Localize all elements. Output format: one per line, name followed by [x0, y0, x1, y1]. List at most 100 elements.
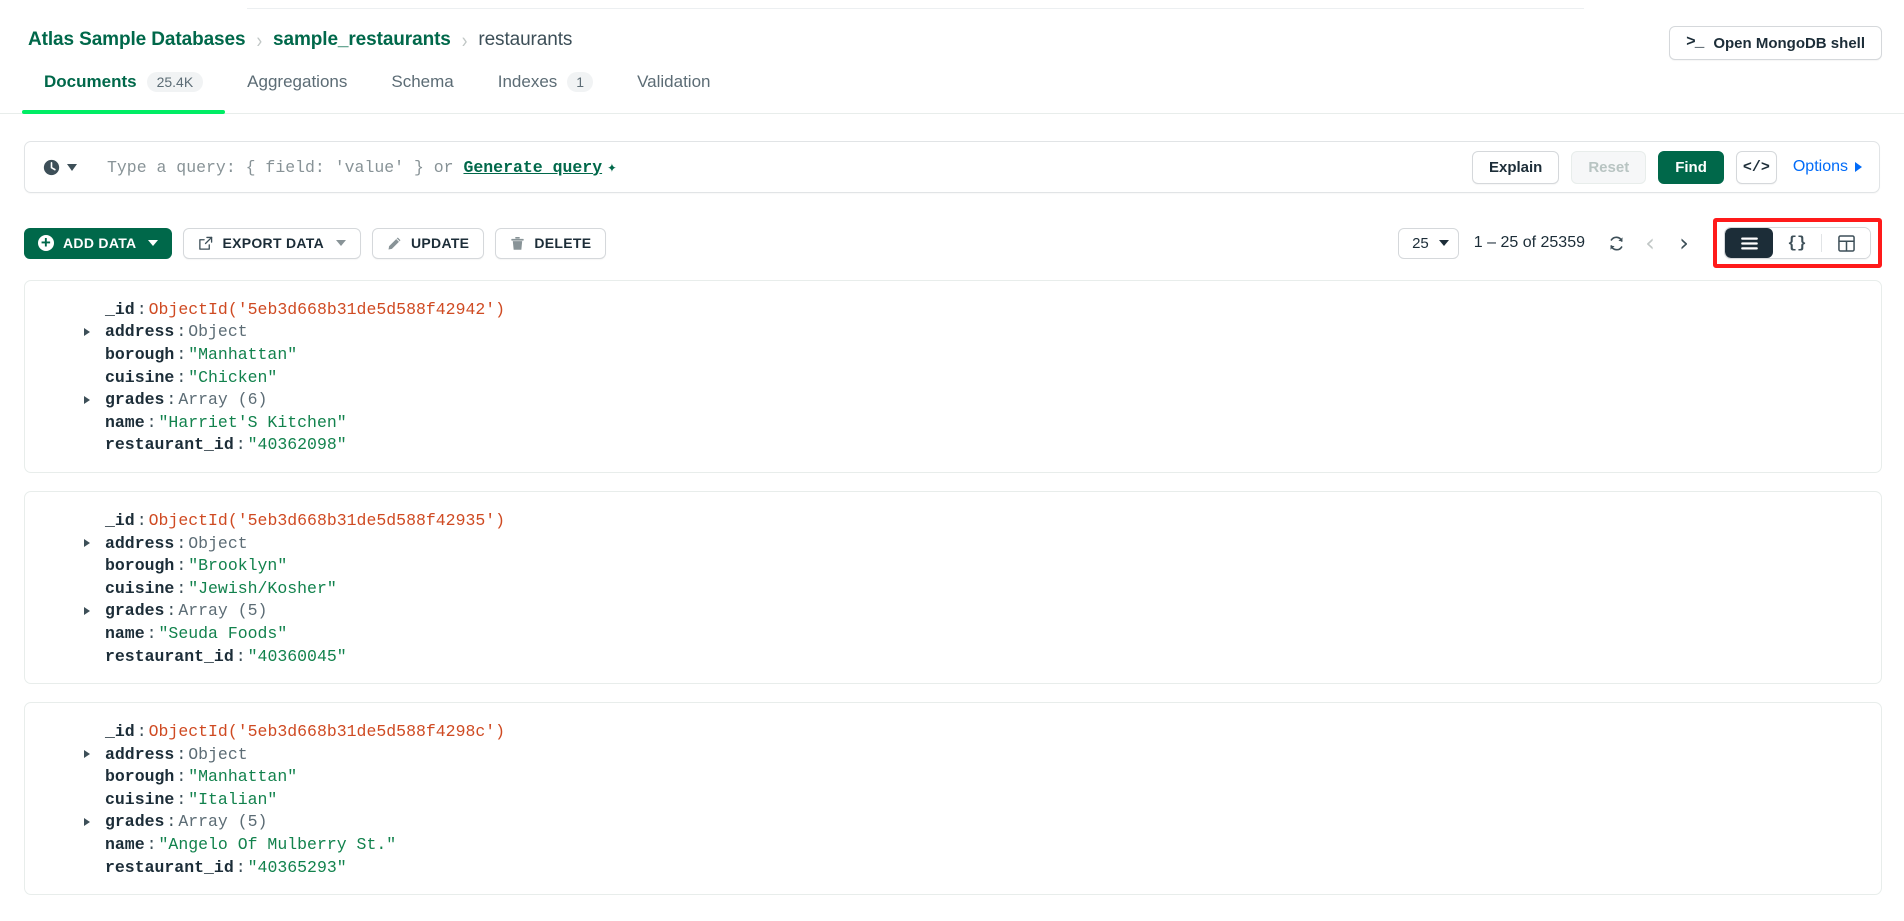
expand-triangle-icon[interactable]	[84, 750, 90, 758]
document-field-row: _id: ObjectId('5eb3d668b31de5d588f4298c'…	[25, 720, 1881, 743]
field-key: cuisine	[105, 579, 174, 598]
next-page-button[interactable]: ›	[1667, 228, 1701, 259]
field-separator: :	[145, 413, 159, 432]
tab-validation[interactable]: Validation	[615, 64, 732, 113]
field-key: name	[105, 413, 145, 432]
list-view-button[interactable]	[1725, 228, 1773, 258]
document-field-row: name : "Angelo Of Mulberry St."	[25, 833, 1881, 856]
document-field-row: cuisine : "Italian"	[25, 788, 1881, 811]
expand-triangle-icon[interactable]	[84, 607, 90, 615]
expand-triangle-icon[interactable]	[84, 818, 90, 826]
export-data-button[interactable]: EXPORT DATA	[183, 228, 361, 259]
clock-icon	[43, 159, 60, 176]
field-key: _id	[105, 511, 135, 530]
reset-button[interactable]: Reset	[1571, 151, 1646, 184]
add-data-button[interactable]: + ADD DATA	[24, 228, 172, 259]
tab-documents-count-badge: 25.4K	[147, 72, 204, 92]
tab-documents-label: Documents	[44, 72, 137, 92]
options-toggle[interactable]: Options	[1793, 158, 1862, 176]
field-key: grades	[105, 601, 164, 620]
field-value: ObjectId('5eb3d668b31de5d588f4298c')	[149, 722, 505, 741]
field-value: ObjectId('5eb3d668b31de5d588f42942')	[149, 300, 505, 319]
field-key: address	[105, 745, 174, 764]
field-separator: :	[174, 556, 188, 575]
refresh-button[interactable]	[1599, 228, 1633, 259]
breadcrumb-item-database-list[interactable]: Atlas Sample Databases	[28, 29, 245, 51]
query-bar: Type a query: { field: 'value' } or Gene…	[24, 141, 1880, 193]
field-value: Object	[188, 322, 247, 341]
query-history-button[interactable]	[25, 142, 89, 192]
view-toggle-highlight-box: {}	[1713, 218, 1882, 268]
view-toggle-group: {}	[1724, 227, 1871, 259]
tab-indexes-count-badge: 1	[567, 72, 593, 92]
page-size-select[interactable]: 25	[1398, 228, 1459, 259]
field-separator: :	[174, 534, 188, 553]
explain-button[interactable]: Explain	[1472, 151, 1559, 184]
update-label: UPDATE	[411, 235, 469, 251]
document-card[interactable]: _id: ObjectId('5eb3d668b31de5d588f42942'…	[24, 280, 1882, 473]
document-field-row: address : Object	[25, 743, 1881, 766]
document-field-row: _id: ObjectId('5eb3d668b31de5d588f42942'…	[25, 298, 1881, 321]
table-view-button[interactable]	[1822, 228, 1870, 258]
document-field-row: restaurant_id : "40360045"	[25, 645, 1881, 668]
tab-schema[interactable]: Schema	[369, 64, 475, 113]
field-value: "Brooklyn"	[188, 556, 287, 575]
field-separator: :	[174, 368, 188, 387]
delete-button[interactable]: DELETE	[495, 228, 606, 259]
field-value: "Italian"	[188, 790, 277, 809]
breadcrumb-item-database[interactable]: sample_restaurants	[273, 29, 451, 51]
field-key: cuisine	[105, 790, 174, 809]
field-value: Array (6)	[178, 390, 267, 409]
query-input[interactable]: Type a query: { field: 'value' } or Gene…	[89, 142, 1472, 192]
tab-aggregations[interactable]: Aggregations	[225, 64, 369, 113]
field-key: address	[105, 534, 174, 553]
field-separator: :	[174, 322, 188, 341]
chevron-right-icon: ›	[1679, 231, 1689, 255]
update-button[interactable]: UPDATE	[372, 228, 484, 259]
tab-indexes[interactable]: Indexes 1	[476, 64, 615, 113]
field-key: grades	[105, 390, 164, 409]
find-button[interactable]: Find	[1658, 151, 1724, 184]
field-key: grades	[105, 812, 164, 831]
tab-documents[interactable]: Documents 25.4K	[22, 64, 225, 113]
tab-aggregations-label: Aggregations	[247, 72, 347, 92]
field-value: "Manhattan"	[188, 345, 297, 364]
documents-list[interactable]: _id: ObjectId('5eb3d668b31de5d588f42942'…	[24, 280, 1882, 921]
document-card[interactable]: _id: ObjectId('5eb3d668b31de5d588f42935'…	[24, 491, 1882, 684]
tab-indexes-label: Indexes	[498, 72, 558, 92]
json-view-button[interactable]: {}	[1773, 228, 1821, 258]
query-placeholder-text: Type a query: { field: 'value' } or	[107, 158, 454, 177]
expand-triangle-icon[interactable]	[84, 539, 90, 547]
field-value: "Manhattan"	[188, 767, 297, 786]
terminal-prompt-icon: >_	[1686, 33, 1703, 51]
document-field-row: borough : "Manhattan"	[25, 343, 1881, 366]
field-key: borough	[105, 345, 174, 364]
field-value: Object	[188, 745, 247, 764]
plus-circle-icon: +	[38, 235, 54, 251]
field-separator: :	[164, 390, 178, 409]
previous-page-button[interactable]: ‹	[1633, 228, 1667, 259]
breadcrumb-item-collection: restaurants	[478, 29, 572, 51]
window-top-strip	[0, 0, 1904, 9]
expand-triangle-icon[interactable]	[84, 396, 90, 404]
document-field-row: borough : "Brooklyn"	[25, 554, 1881, 577]
field-value: "40360045"	[248, 647, 347, 666]
chevron-down-icon	[67, 164, 77, 171]
open-mongodb-shell-button[interactable]: >_ Open MongoDB shell	[1669, 26, 1882, 60]
field-key: borough	[105, 767, 174, 786]
document-field-row: cuisine : "Chicken"	[25, 366, 1881, 389]
field-key: restaurant_id	[105, 647, 234, 666]
crud-actions: + ADD DATA EXPORT DATA UPDATE	[24, 228, 606, 259]
generate-query-link[interactable]: Generate query	[463, 158, 602, 177]
document-card[interactable]: _id: ObjectId('5eb3d668b31de5d588f4298c'…	[24, 702, 1882, 895]
expand-triangle-icon[interactable]	[84, 328, 90, 336]
chevron-down-icon	[1439, 240, 1449, 246]
table-view-icon	[1838, 235, 1855, 252]
field-separator: :	[135, 722, 149, 741]
refresh-icon	[1607, 234, 1626, 253]
field-value: "Jewish/Kosher"	[188, 579, 337, 598]
field-separator: :	[145, 835, 159, 854]
code-view-icon[interactable]: </>	[1736, 151, 1777, 184]
document-field-row: cuisine : "Jewish/Kosher"	[25, 577, 1881, 600]
field-separator: :	[164, 812, 178, 831]
